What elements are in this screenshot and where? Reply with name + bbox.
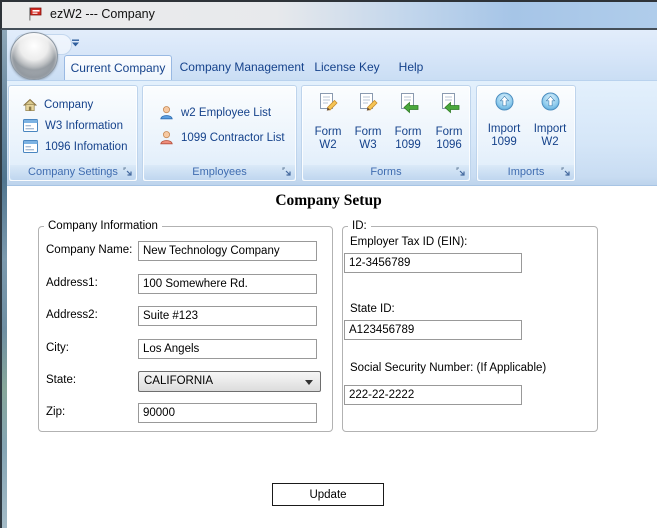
house-icon xyxy=(23,98,37,111)
ribbon-group-company-settings: Company W3 Information 1096 Infomation C… xyxy=(8,85,138,182)
ribbon-item-w3-information[interactable]: W3 Information xyxy=(23,119,123,132)
form-export-icon xyxy=(401,93,419,114)
form-export-icon xyxy=(442,93,460,114)
dialog-launcher-icon[interactable] xyxy=(123,167,133,177)
ribbon-button-form-1096[interactable]: Form 1096 xyxy=(429,90,469,164)
form-edit-icon xyxy=(360,93,378,111)
zip-label: Zip: xyxy=(46,406,66,418)
form-edit-icon xyxy=(320,93,338,111)
ribbon-item-w2-employee-list[interactable]: w2 Employee List xyxy=(159,105,271,120)
chevron-down-icon xyxy=(305,380,313,385)
ribbon-group-employees: w2 Employee List 1099 Contractor List Em… xyxy=(142,85,297,182)
ribbon-item-company[interactable]: Company xyxy=(23,98,93,112)
import-icon xyxy=(541,92,559,111)
state-id-input[interactable] xyxy=(344,320,522,340)
import-icon xyxy=(495,92,513,111)
page-title: Company Setup xyxy=(275,192,382,209)
tab-company-management[interactable]: Company Management xyxy=(176,55,308,80)
app-window: ezW2 --- Company Current Company Company… xyxy=(0,0,657,528)
city-input[interactable] xyxy=(138,339,317,359)
dialog-launcher-icon[interactable] xyxy=(282,167,292,177)
person-red-icon xyxy=(160,131,173,145)
ribbon-button-import-1099[interactable]: Import 1099 xyxy=(482,90,526,164)
ein-label: Employer Tax ID (EIN): xyxy=(350,236,468,248)
state-selected-value: CALIFORNIA xyxy=(144,375,214,387)
form-window-icon xyxy=(23,119,38,132)
tab-current-company[interactable]: Current Company xyxy=(64,55,172,80)
group-caption-employees: Employees xyxy=(144,165,295,180)
ribbon-group-forms: Form W2 Form W3 Form 1099 Form 1096 Form… xyxy=(301,85,471,182)
ribbon-group-imports: Import 1099 Import W2 Imports xyxy=(476,85,576,182)
qat-dropdown-icon[interactable] xyxy=(71,39,80,47)
ribbon-button-form-1099[interactable]: Form 1099 xyxy=(388,90,428,164)
ribbon-button-import-w2[interactable]: Import W2 xyxy=(528,90,572,164)
ribbon-item-1099-contractor-list[interactable]: 1099 Contractor List xyxy=(159,130,285,145)
ribbon-item-label: w2 Employee List xyxy=(181,106,272,119)
groupbox-legend: Company Information xyxy=(44,220,162,232)
dialog-launcher-icon[interactable] xyxy=(456,167,466,177)
groupbox-legend: ID: xyxy=(348,220,371,232)
ribbon: Company W3 Information 1096 Infomation C… xyxy=(7,80,657,186)
red-flag-icon xyxy=(29,7,42,21)
state-label: State: xyxy=(46,374,77,386)
ribbon-item-label: 1096 Infomation xyxy=(45,140,128,153)
tab-help[interactable]: Help xyxy=(388,55,434,80)
address2-label: Address2: xyxy=(46,309,98,321)
company-name-input[interactable] xyxy=(138,241,317,261)
ein-input[interactable] xyxy=(344,253,522,273)
address1-label: Address1: xyxy=(46,277,98,289)
state-id-label: State ID: xyxy=(350,303,395,315)
person-blue-icon xyxy=(160,106,173,120)
group-caption-imports: Imports xyxy=(478,165,574,180)
window-title: ezW2 --- Company xyxy=(50,7,155,21)
dialog-launcher-icon[interactable] xyxy=(561,167,571,177)
ssn-input[interactable] xyxy=(344,385,522,405)
update-button[interactable]: Update xyxy=(272,483,384,506)
state-select[interactable]: CALIFORNIA xyxy=(138,371,321,392)
group-caption-company-settings: Company Settings xyxy=(10,165,136,180)
city-label: City: xyxy=(46,342,69,354)
address2-input[interactable] xyxy=(138,306,317,326)
ssn-label: Social Security Number: (If Applicable) xyxy=(350,362,547,374)
tab-license-key[interactable]: License Key xyxy=(306,55,388,80)
form-window-icon xyxy=(23,140,38,153)
company-name-label: Company Name: xyxy=(46,244,133,256)
ribbon-item-label: 1099 Contractor List xyxy=(181,131,285,144)
group-caption-forms: Forms xyxy=(303,165,469,180)
address1-input[interactable] xyxy=(138,274,317,294)
ribbon-button-form-w2[interactable]: Form W2 xyxy=(308,90,348,164)
window-left-border xyxy=(0,30,7,528)
ribbon-item-label: W3 Information xyxy=(45,119,123,132)
zip-input[interactable] xyxy=(138,403,317,423)
ribbon-item-1096-infomation[interactable]: 1096 Infomation xyxy=(23,140,127,153)
ribbon-item-label: Company xyxy=(44,99,94,111)
ribbon-button-form-w3[interactable]: Form W3 xyxy=(348,90,388,164)
application-orb-button[interactable] xyxy=(10,32,58,80)
